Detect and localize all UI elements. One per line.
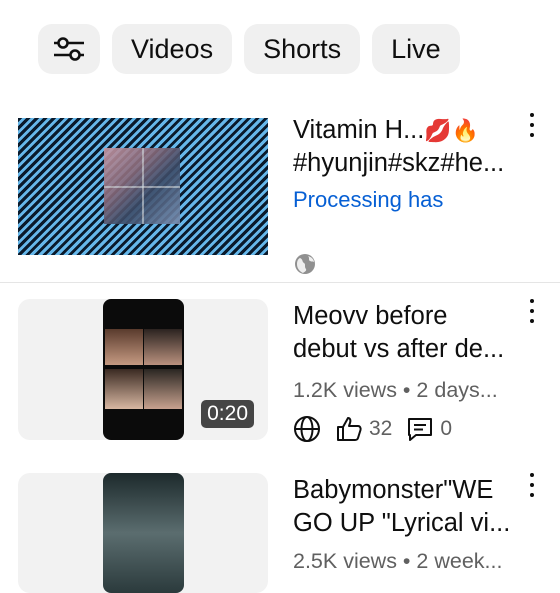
- video-title-line2: GO UP "Lyrical vi...: [293, 509, 511, 537]
- video-meta: 2.5K views • 2 week...: [293, 549, 503, 573]
- video-title-line1: Babymonster"WE: [293, 476, 494, 504]
- video-item[interactable]: Babymonster"WE GO UP "Lyrical vi... 2.5K…: [0, 0, 560, 593]
- video-title[interactable]: Babymonster"WE GO UP "Lyrical vi...: [293, 474, 518, 540]
- video-thumbnail[interactable]: [18, 473, 268, 593]
- more-options-button[interactable]: [522, 470, 542, 500]
- short-video-frame: [103, 473, 184, 593]
